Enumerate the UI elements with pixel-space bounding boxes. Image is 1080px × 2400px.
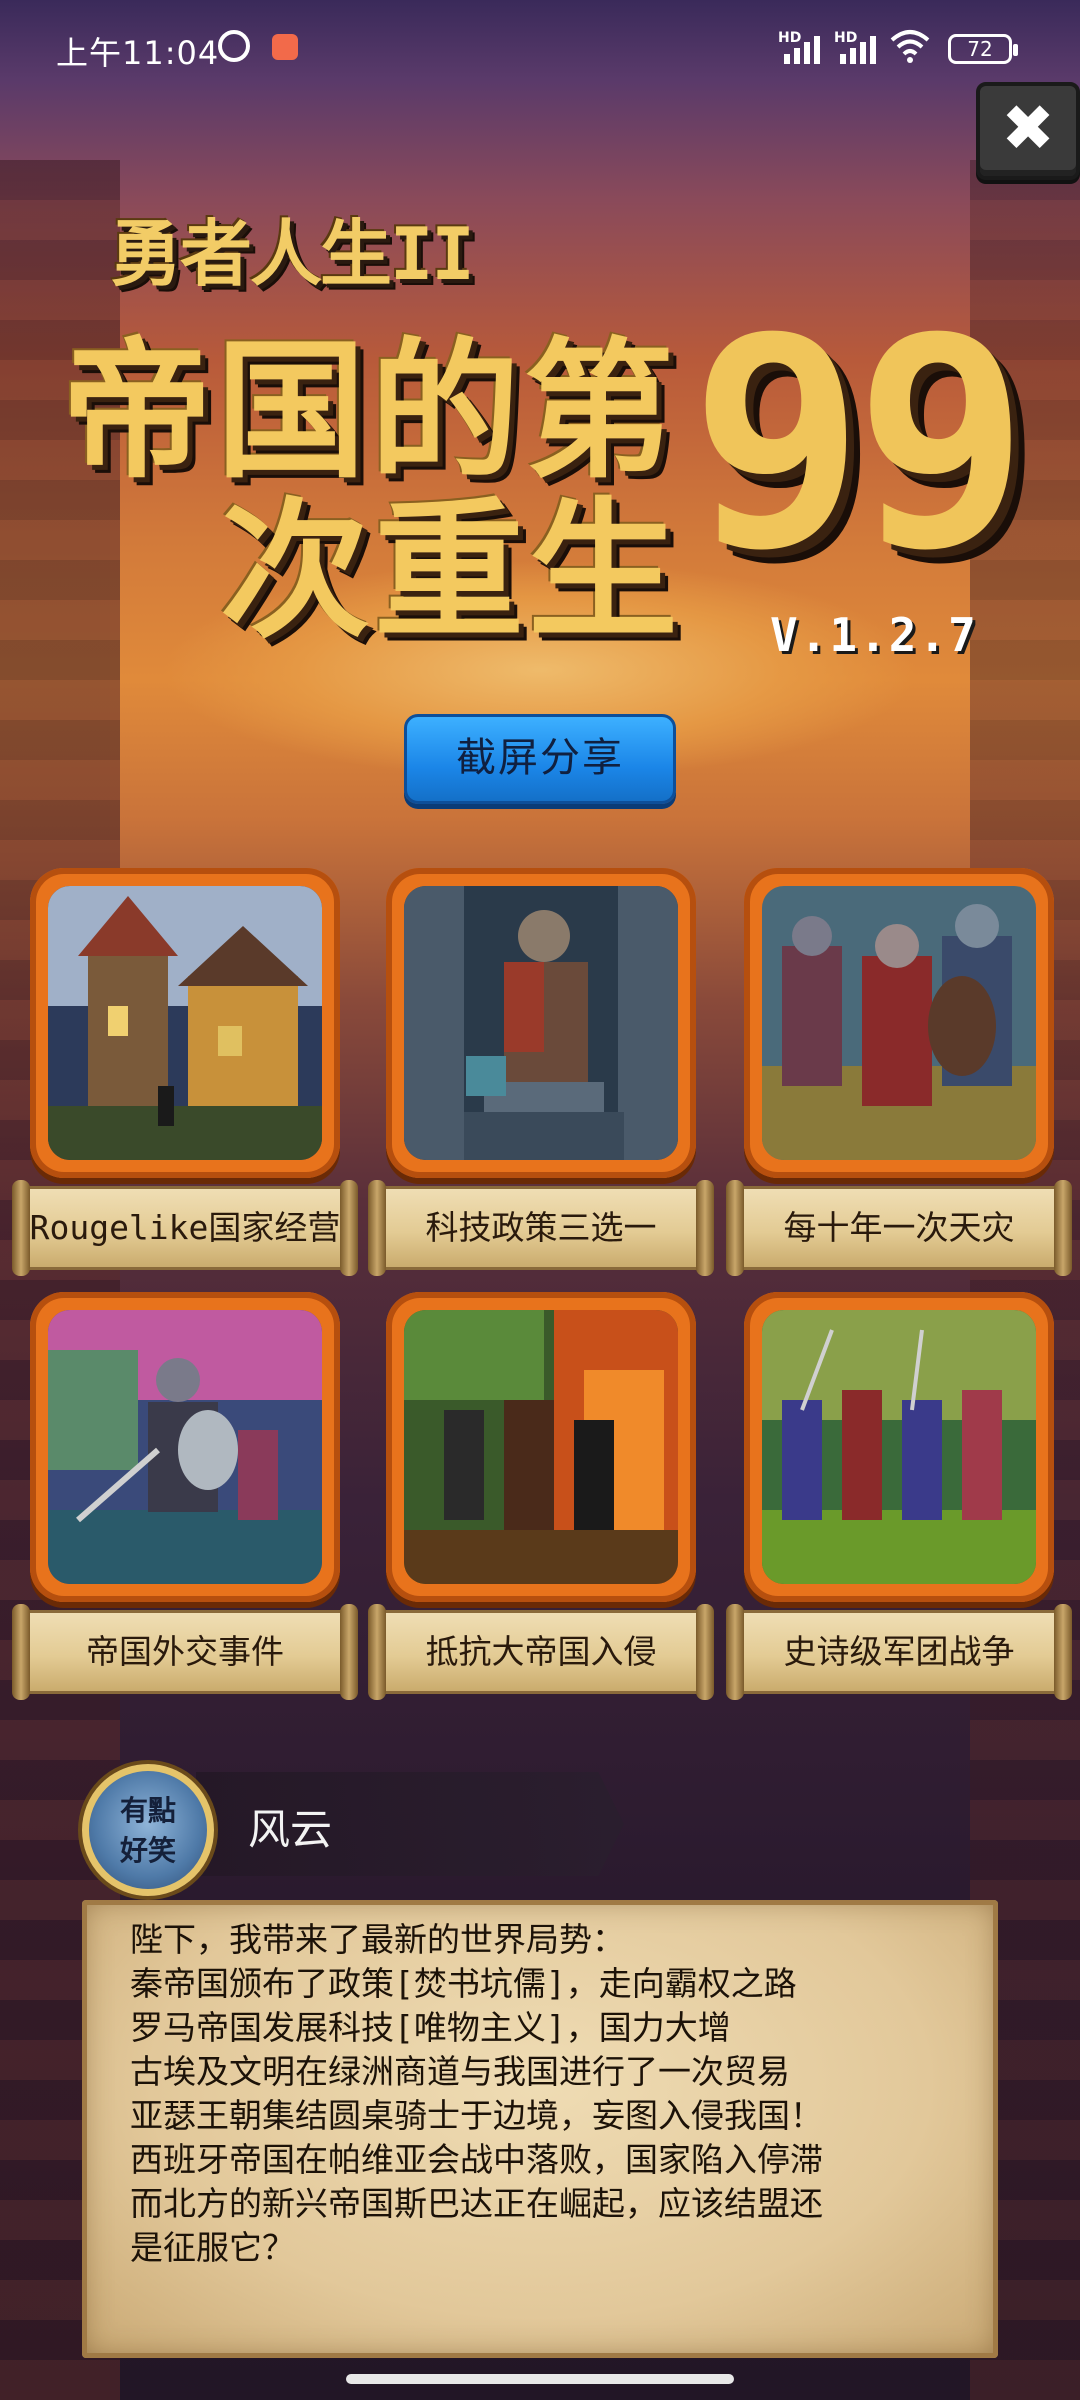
close-button[interactable]: ✖ (976, 82, 1080, 180)
advisor-badge-line-2: 好笑 (119, 1834, 176, 1867)
alarm-icon (218, 30, 250, 62)
pixel-art-town-image (48, 886, 322, 1160)
feature-label-scroll: 每十年一次天灾 (726, 1180, 1072, 1276)
feature-label-scroll: 帝国外交事件 (12, 1604, 358, 1700)
feature-label-scroll: 史诗级军团战争 (726, 1604, 1072, 1700)
game-title-line-2: 次重生 (220, 485, 683, 659)
home-indicator[interactable] (346, 2374, 734, 2384)
cellular-signal-icon-1 (784, 28, 820, 64)
feature-label: Rougelike国家经营 (29, 1208, 341, 1247)
pixel-art-warrior-image (48, 1310, 322, 1584)
feature-label-scroll: Rougelike国家经营 (12, 1180, 358, 1276)
message-line: 罗马帝国发展科技[唯物主义]，国力大增 (130, 2008, 731, 2047)
status-bar: 上午11:04 HD HD 72 (0, 0, 1080, 100)
message-line: 亚瑟王朝集结圆桌骑士于边境，妄图入侵我国！ (130, 2096, 823, 2135)
feature-label: 每十年一次天灾 (783, 1208, 1015, 1247)
pixel-art-army-image (762, 1310, 1036, 1584)
status-time: 上午11:04 (56, 34, 220, 72)
game-title-number: 99 (690, 276, 1029, 613)
message-line: 而北方的新兴帝国斯巴达正在崛起，应该结盟还 (130, 2184, 823, 2223)
message-line: 是征服它？ (130, 2228, 295, 2267)
advisor-name: 风云 (248, 1805, 333, 1854)
wifi-icon (890, 30, 930, 63)
message-line: 西班牙帝国在帕维亚会战中落败，国家陷入停滞 (130, 2140, 823, 2179)
feature-label: 抵抗大帝国入侵 (425, 1632, 657, 1671)
advisor-badge-line-1: 有點 (119, 1794, 176, 1827)
feature-label: 帝国外交事件 (86, 1632, 284, 1671)
battery-icon: 72 (948, 34, 1018, 64)
feature-label-scroll: 科技政策三选一 (368, 1180, 714, 1276)
app-notification-icon (272, 34, 298, 60)
feature-label-scroll: 抵抗大帝国入侵 (368, 1604, 714, 1700)
cellular-signal-icon-2 (840, 28, 876, 64)
message-text: 陛下，我带来了最新的世界局势： 秦帝国颁布了政策[焚书坑儒]，走向霸权之路 罗马… (130, 1918, 968, 2270)
screenshot-share-button[interactable]: 截屏分享 (404, 714, 676, 804)
pixel-art-battle-fire-image (404, 1310, 678, 1584)
message-line: 陛下，我带来了最新的世界局势： (130, 1920, 625, 1959)
pixel-art-knights-image (762, 886, 1036, 1160)
pixel-art-statue-image (404, 886, 678, 1160)
feature-label: 科技政策三选一 (425, 1208, 657, 1247)
message-line: 古埃及文明在绿洲商道与我国进行了一次贸易 (130, 2052, 790, 2091)
game-subtitle: 勇者人生II (110, 212, 475, 296)
message-parchment: 陛下，我带来了最新的世界局势： 秦帝国颁布了政策[焚书坑儒]，走向霸权之路 罗马… (82, 1900, 998, 2358)
message-line: 秦帝国颁布了政策[焚书坑儒]，走向霸权之路 (130, 1964, 797, 2003)
version-label: V.1.2.7 (770, 608, 978, 662)
advisor-avatar: 有點 好笑 (82, 1764, 214, 1896)
close-x-icon: ✖ (1001, 92, 1055, 166)
feature-label: 史诗级军团战争 (783, 1632, 1015, 1671)
